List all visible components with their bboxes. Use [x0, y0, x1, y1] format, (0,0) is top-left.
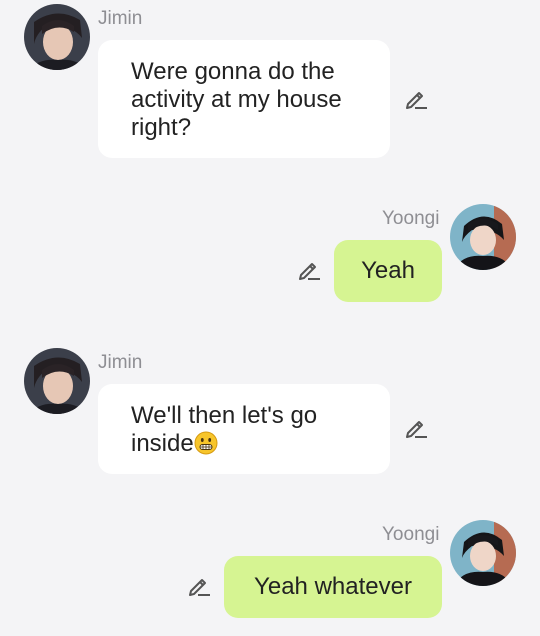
sender-name: Yoongi — [382, 524, 440, 545]
message-text: Were gonna do the activity at my house r… — [131, 58, 342, 141]
message-text: Yeah whatever — [254, 573, 412, 600]
edit-icon[interactable] — [403, 415, 429, 441]
avatar-yoongi[interactable] — [450, 204, 516, 270]
message-bubble-incoming[interactable]: Were gonna do the activity at my house r… — [98, 40, 390, 158]
sender-name: Yoongi — [382, 208, 440, 229]
message-bubble-outgoing[interactable]: Yeah — [334, 240, 442, 302]
message-text: We'll then let's go inside — [131, 402, 318, 457]
grimacing-face-emoji — [194, 431, 218, 455]
edit-icon[interactable] — [186, 573, 212, 599]
chat-thread: Jimin Were gonna do the activity at my h… — [0, 0, 540, 636]
message-bubble-incoming[interactable]: We'll then let's go inside — [98, 384, 390, 474]
avatar-jimin[interactable] — [24, 348, 90, 414]
avatar-jimin[interactable] — [24, 4, 90, 70]
edit-icon[interactable] — [403, 86, 429, 112]
message-text: Yeah — [361, 257, 415, 284]
edit-icon[interactable] — [296, 257, 322, 283]
message-bubble-outgoing[interactable]: Yeah whatever — [224, 556, 442, 618]
sender-name: Jimin — [98, 8, 143, 29]
avatar-yoongi[interactable] — [450, 520, 516, 586]
sender-name: Jimin — [98, 352, 143, 373]
